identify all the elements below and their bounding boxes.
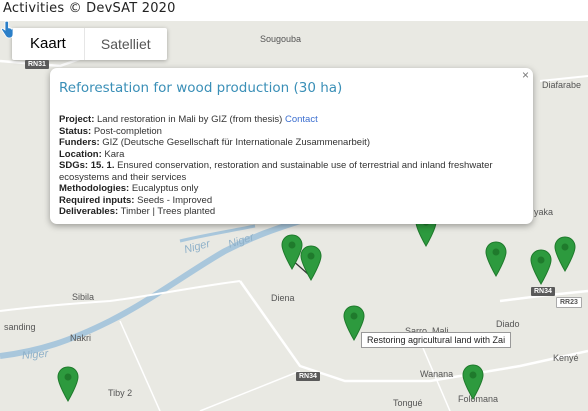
- road-shield: RN34: [531, 287, 555, 296]
- methodologies-row: Methodologies: Eucalyptus only: [59, 183, 524, 195]
- methodologies-label: Methodologies:: [59, 183, 130, 194]
- sdgs-value: Ensured conservation, restoration and su…: [59, 160, 493, 183]
- location-value: Kara: [104, 148, 125, 160]
- project-label: Project:: [59, 114, 95, 125]
- status-row: Status: Post-completion: [59, 126, 524, 138]
- place-label: sanding: [4, 322, 36, 332]
- place-label: yaka: [534, 207, 554, 217]
- inputs-row: Required inputs: Seeds - Improved: [59, 195, 524, 207]
- page-title: Activities © DevSAT 2020: [3, 1, 176, 16]
- status-value: Post-completion: [93, 125, 162, 137]
- place-label: Tiby 2: [108, 388, 133, 398]
- place-label: Nakri: [70, 333, 92, 343]
- map-marker-pin[interactable]: [300, 245, 322, 281]
- funders-row: Funders: GIZ (Deutsche Gesellschaft für …: [59, 137, 524, 149]
- place-label: Wanana: [420, 369, 454, 379]
- methodologies-value: Eucalyptus only: [131, 183, 199, 194]
- location-row: Location: Kara: [59, 149, 524, 161]
- map-marker-pin[interactable]: [554, 236, 576, 272]
- deliverables-label: Deliverables:: [59, 206, 119, 217]
- map-marker-pin[interactable]: [530, 249, 552, 285]
- map-marker-pin[interactable]: [57, 366, 79, 402]
- info-window-title: Reforestation for wood production (30 ha…: [59, 80, 343, 96]
- deliverables-value: Timber | Trees planted: [120, 206, 216, 217]
- place-label: Sougouba: [260, 34, 302, 44]
- hand-cursor-icon: [1, 21, 14, 39]
- inputs-label: Required inputs:: [59, 194, 135, 206]
- inputs-value: Seeds - Improved: [137, 194, 213, 206]
- sdgs-label: SDGs:: [59, 160, 89, 171]
- place-label: Diena: [271, 293, 295, 303]
- status-label: Status:: [59, 125, 92, 137]
- river-label: Niger: [21, 347, 49, 363]
- project-value: Land restoration in Mali by GIZ (from th…: [97, 114, 283, 125]
- map-type-map-button[interactable]: Kaart: [12, 28, 84, 60]
- funders-value: GIZ (Deutsche Gesellschaft für Internati…: [102, 137, 370, 148]
- map-marker-pin[interactable]: [462, 364, 484, 400]
- project-row: Project: Land restoration in Mali by GIZ…: [59, 114, 524, 126]
- contact-link[interactable]: Contact: [285, 114, 318, 125]
- road-shield: RR23: [556, 297, 582, 308]
- close-icon[interactable]: ×: [522, 68, 529, 82]
- marker-tooltip: Restoring agricultural land with Zai: [361, 332, 512, 348]
- place-label: Diado: [496, 319, 520, 329]
- info-window: × Reforestation for wood production (30 …: [50, 68, 533, 224]
- location-label: Location:: [59, 148, 102, 160]
- map-type-satellite-button[interactable]: Satelliet: [85, 28, 167, 60]
- place-label: Diafarabe: [542, 80, 582, 90]
- road-shield: RN31: [25, 60, 49, 69]
- deliverables-row: Deliverables: Timber | Trees planted: [59, 206, 524, 218]
- place-label: Kenyé: [553, 353, 579, 363]
- sdgs-number: 15. 1.: [90, 160, 115, 171]
- map-marker-pin[interactable]: [485, 241, 507, 277]
- sdgs-row: SDGs: 15. 1. Ensured conservation, resto…: [59, 160, 524, 183]
- place-label: Sibila: [72, 292, 95, 302]
- map[interactable]: Kaart Satelliet Sougouba Diafarabe yaka …: [0, 21, 588, 411]
- road-shield: RN34: [296, 372, 320, 381]
- place-label: Tongué: [393, 398, 423, 408]
- funders-label: Funders:: [59, 137, 100, 148]
- map-type-control: Kaart Satelliet: [12, 28, 167, 60]
